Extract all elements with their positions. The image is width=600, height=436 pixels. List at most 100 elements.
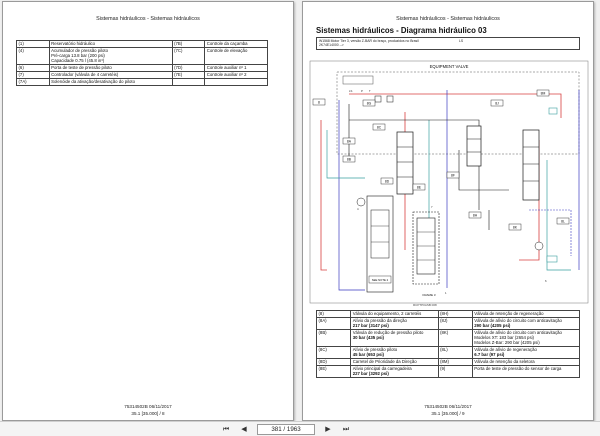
serial-info-line: 2K74E14000 --> (319, 43, 344, 48)
previous-page-button[interactable]: ◀ (238, 425, 250, 434)
port-label: 7 (431, 205, 433, 209)
component-code: (8C) (315, 345, 352, 359)
callout-label: 8J (495, 102, 499, 106)
callout-label: 8K (513, 226, 518, 230)
component-description: Controle de elevação (204, 46, 268, 65)
circuit-line (458, 150, 509, 191)
table-row: (7A) Solenóide da ativação/desativação d… (16, 77, 268, 86)
table-row: (8B) Válvula de redução de pressão pilot… (315, 328, 581, 347)
component-code: (8J) (437, 316, 473, 330)
component-description: Válvula de alívio do circuito com antica… (471, 328, 581, 347)
page-number-field[interactable]: 381 / 1963 (257, 424, 315, 435)
pdf-viewer: Sistemas hidráulicos - Sistemas hidráuli… (0, 0, 600, 436)
current-page-number[interactable]: 381 (271, 426, 281, 433)
component-description: Controle da caçamba (204, 40, 268, 48)
equipment-valve-outline (336, 71, 580, 155)
component-description: Controlador (válvula de 4 carretéis) (48, 70, 173, 79)
component-code: (9) (437, 364, 473, 378)
next-page-button[interactable]: ▶ (322, 425, 334, 434)
hydraulic-diagram: EQUIPMENT VALVE SEE NOTE 2 FRAME 3 8 8G … (309, 60, 589, 304)
component-code: (4) (16, 46, 50, 65)
callout-label: 8L (561, 220, 565, 224)
diagram-heading: EQUIPMENT VALVE (430, 64, 469, 69)
table-row: (1) Reservatório hidráulico (7B) Control… (16, 40, 268, 48)
callout-label: 8 (318, 101, 320, 105)
component-description: Acumulador de pressão piloto Pré-carga 1… (48, 46, 173, 65)
component-description: Controle auxiliar nº 1 (204, 63, 268, 72)
component-code: (8D) (315, 357, 352, 366)
table-row: (4) Acumulador de pressão piloto Pré-car… (16, 46, 268, 65)
pressure-line (320, 120, 327, 271)
model-info-box: W1568 Motor Tier 3, versão Z-BAR do braç… (316, 37, 580, 50)
table-row: (6) Porta de teste de pressão piloto (7D… (16, 63, 268, 72)
callout-label: 8A (347, 140, 352, 144)
component-description: Reservatório hidráulico (48, 40, 173, 48)
callout-label: 8G (367, 102, 372, 106)
port-label: 4 (357, 207, 359, 211)
table-row: (7) Controlador (válvula de 4 carretéis)… (16, 70, 268, 79)
note-label: SEE NOTE 2 (372, 278, 389, 282)
callout-label: 8D (385, 180, 390, 184)
component-description: Porta de teste de pressão piloto (48, 63, 173, 72)
component-table: (1) Reservatório hidráulico (7B) Control… (16, 40, 268, 86)
component-code: (8K) (437, 328, 473, 347)
component-code: (8H) (437, 310, 473, 318)
page-header: Sistemas hidráulicos - Sistemas hidráuli… (396, 16, 500, 22)
component-description: Válvula do equipamento, 2 carretéis (350, 310, 439, 318)
legend-table: (8) Válvula do equipamento, 2 carretéis … (315, 310, 581, 378)
component-description: Porta de teste de pressão do sensor de c… (471, 364, 581, 378)
table-row: (8D) Carretel de Prioridade da Direção (… (315, 357, 581, 366)
component-code: (8B) (315, 328, 352, 347)
tank-line (338, 100, 365, 291)
callout-label: 8C (377, 126, 382, 130)
component-code (171, 77, 206, 86)
component-code: (7D) (171, 63, 206, 72)
test-port-symbol (534, 241, 544, 251)
callout-label: 8H (473, 214, 478, 218)
component-code: (8E) (315, 364, 352, 378)
page-footer-code: 75314502B 06/11/2017 (124, 404, 172, 409)
total-page-count: 1963 (286, 426, 301, 433)
document-page-right: Sistemas hidráulicos - Sistemas hidráuli… (302, 1, 594, 421)
port-label: T (369, 89, 371, 93)
component-description: Válvula de alívio de regeneração 6.7 bar … (471, 345, 581, 359)
document-page-left: Sistemas hidráulicos - Sistemas hidráuli… (2, 1, 294, 421)
page-header: Sistemas hidráulicos - Sistemas hidráuli… (96, 16, 200, 22)
first-page-button[interactable]: ⏮ (220, 425, 232, 434)
port-label: 1 (445, 291, 447, 295)
diagram-caption: RCPTP0ASB 008 (413, 303, 437, 307)
page-footer-number: 35.1 [35.000] / 8 (131, 411, 165, 416)
page-footer-number: 35.1 [35.000] / 9 (431, 411, 465, 416)
table-row: (8) Válvula do equipamento, 2 carretéis … (315, 310, 581, 318)
last-page-button[interactable]: ⏭ (340, 425, 352, 434)
component-code: (8) (315, 310, 352, 318)
port-label: P (361, 89, 363, 93)
table-row: (8E) Alívio principal da carregadeira 227… (315, 364, 581, 378)
component-code: (7B) (171, 40, 206, 48)
callout-label: 8M (541, 92, 546, 96)
component-description: Solenóide da ativação/desativação do pil… (48, 77, 173, 86)
circuit-line (349, 119, 480, 210)
callout-label: 8E (417, 186, 422, 190)
port-label: LS (349, 89, 353, 93)
frame-label: FRAME 3 (422, 293, 435, 297)
port-label: 6 (545, 279, 547, 283)
component-code: (7C) (171, 46, 206, 65)
accumulator-symbol (356, 197, 366, 207)
info-tag: LS (459, 39, 464, 43)
table-row: (8C) Alívio de pressão piloto 45 bar (653… (315, 345, 581, 359)
page-separator: / (283, 426, 286, 433)
component-description: Alívio de pressão piloto 45 bar (653 psi) (350, 345, 439, 359)
component-code: (8L) (437, 345, 473, 359)
component-description: Válvula de retenção da seletora (471, 357, 581, 366)
component-description: Carretel de Prioridade da Direção (350, 357, 439, 366)
component-description: Alívio da pressão da direção 217 bar (314… (350, 316, 439, 330)
spool-valve-right (522, 129, 540, 201)
component-code: (6) (16, 63, 50, 72)
component-code: (7) (16, 70, 50, 79)
callout-label: 8F (451, 174, 455, 178)
pilot-line (546, 160, 571, 271)
component-description: Válvula de alívio do circuito com antica… (471, 316, 581, 330)
component-code: (8A) (315, 316, 352, 330)
component-code: (8M) (437, 357, 473, 366)
